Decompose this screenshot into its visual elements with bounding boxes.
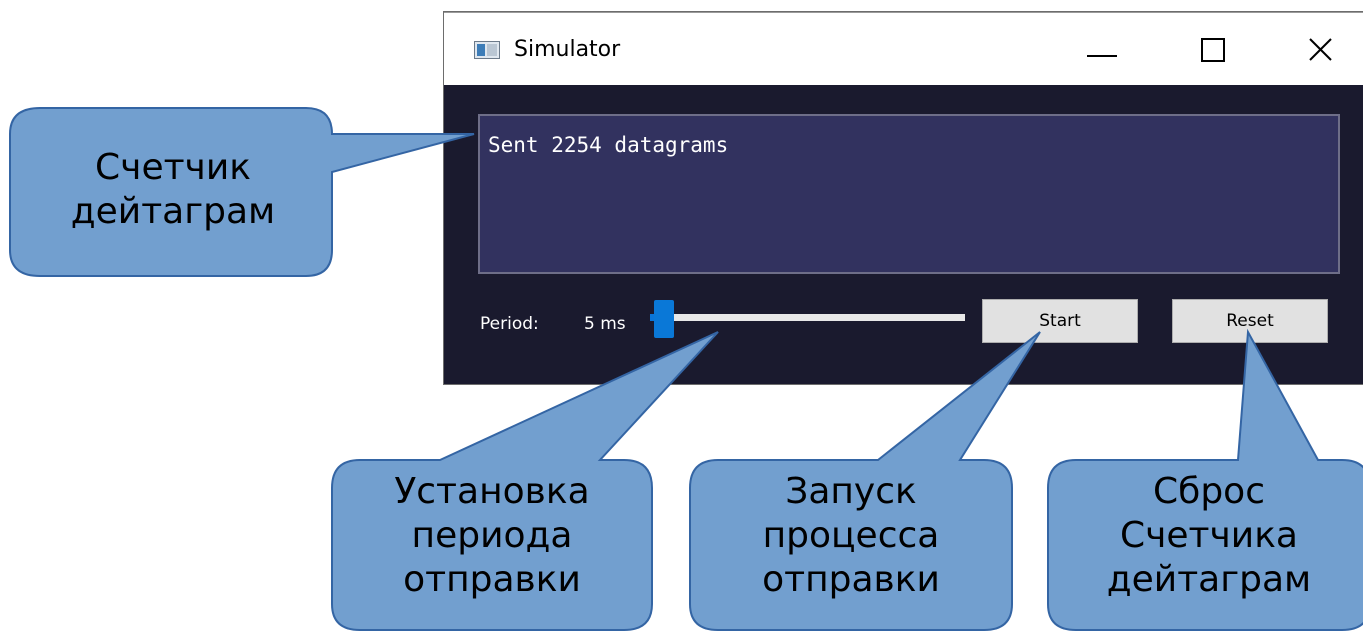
callout-counter-text: Счетчик дейтаграм xyxy=(8,146,338,234)
callout-line: отправки xyxy=(762,559,940,600)
callout-line: Установка xyxy=(394,471,590,512)
callout-line: периода xyxy=(411,515,573,556)
callout-line: Сброс xyxy=(1152,471,1265,512)
callout-line: процесса xyxy=(762,515,940,556)
callout-line: Счетчика xyxy=(1120,515,1298,556)
callout-line: Запуск xyxy=(785,471,917,512)
callout-line: отправки xyxy=(403,559,581,600)
callout-line: дейтаграм xyxy=(70,191,276,232)
callout-line: дейтаграм xyxy=(1106,559,1312,600)
callout-reset-text: Сброс Счетчика дейтаграм xyxy=(1048,470,1363,602)
callout-period-text: Установка периода отправки xyxy=(332,470,652,602)
callout-start-text: Запуск процесса отправки xyxy=(690,470,1012,602)
callout-line: Счетчик xyxy=(95,147,251,188)
